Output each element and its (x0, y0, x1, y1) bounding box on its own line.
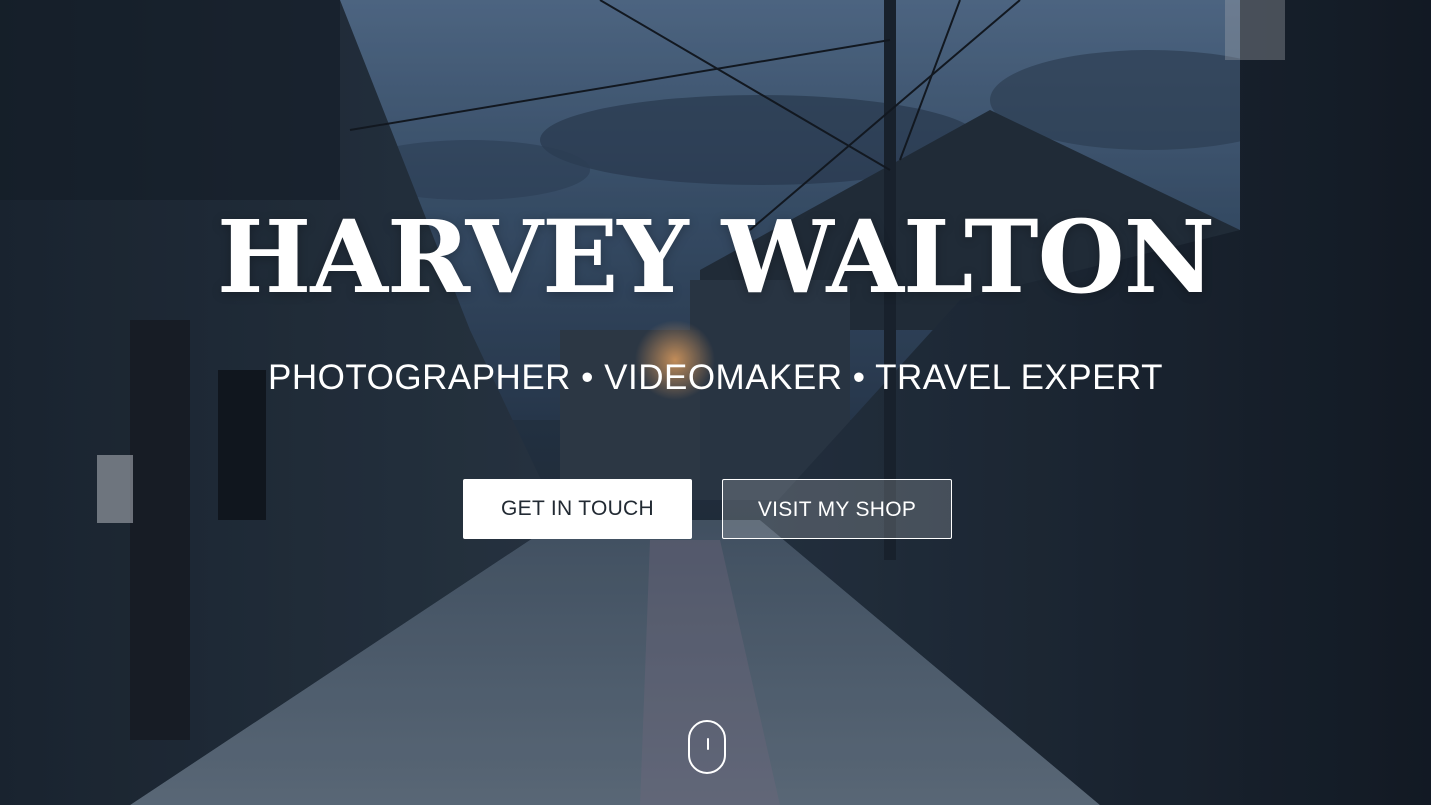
hero-overlay (0, 0, 1431, 805)
hero-section: HARVEY WALTON PHOTOGRAPHER • VIDEOMAKER … (0, 0, 1431, 805)
visit-shop-button[interactable]: VISIT MY SHOP (722, 479, 952, 539)
scroll-wheel-icon (707, 738, 709, 750)
get-in-touch-button[interactable]: GET IN TOUCH (463, 479, 692, 539)
hero-title: HARVEY WALTON (216, 198, 1215, 316)
hero-tagline: PHOTOGRAPHER • VIDEOMAKER • TRAVEL EXPER… (268, 358, 1163, 397)
mouse-scroll-icon[interactable] (688, 720, 726, 774)
